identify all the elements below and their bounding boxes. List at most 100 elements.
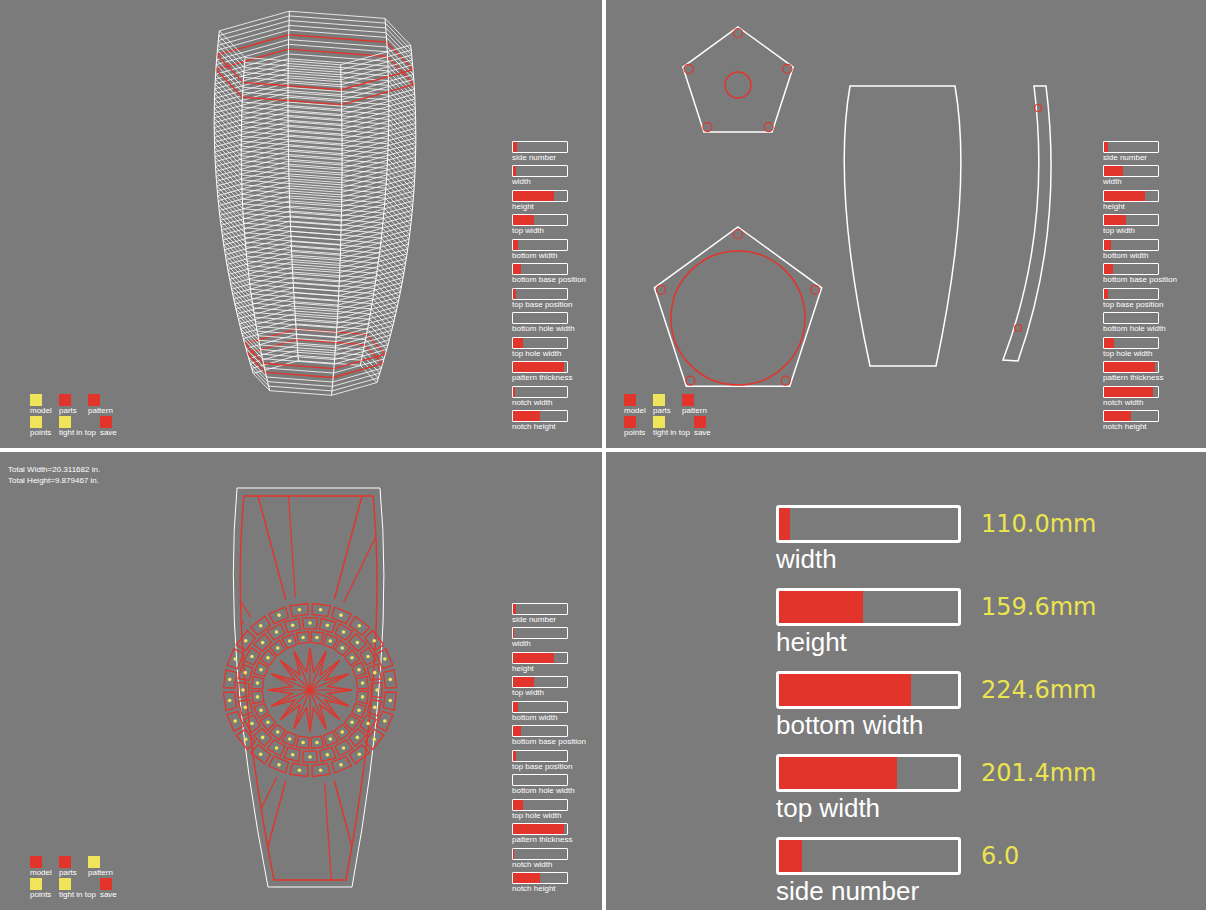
slider-track[interactable] <box>512 627 568 639</box>
slider-fill <box>513 362 564 372</box>
toggle[interactable]: points <box>30 416 55 438</box>
slider-track[interactable] <box>512 603 568 615</box>
slider-track[interactable] <box>512 141 568 153</box>
slider-track[interactable] <box>512 190 568 202</box>
slider-track[interactable] <box>776 837 961 875</box>
toggle[interactable]: save <box>694 416 719 438</box>
toggle-box[interactable] <box>30 394 42 406</box>
toggle[interactable]: parts <box>59 856 84 878</box>
toggle[interactable]: parts <box>59 394 84 416</box>
slider-track[interactable] <box>512 214 568 226</box>
toggle[interactable]: save <box>100 878 125 900</box>
slider-track[interactable] <box>512 823 568 835</box>
slider-track[interactable] <box>512 386 568 398</box>
toggle-box[interactable] <box>30 416 42 428</box>
screen: modelpartspatternpointstight in topsaves… <box>0 0 1206 910</box>
slider-track[interactable] <box>776 505 961 543</box>
side-rib <box>1003 86 1051 361</box>
slider-track[interactable] <box>1103 239 1159 251</box>
toggle[interactable]: tight in top <box>59 416 96 438</box>
slider-track[interactable] <box>776 754 961 792</box>
toggle[interactable]: points <box>624 416 649 438</box>
readout-slider: 110.0mmwidth <box>776 505 1206 575</box>
toggle-box[interactable] <box>59 878 71 890</box>
slider-track[interactable] <box>1103 263 1159 275</box>
slider: notch width <box>1103 386 1206 408</box>
readout-label: bottom width <box>776 709 923 741</box>
toggle-box[interactable] <box>653 416 665 428</box>
slider-track[interactable] <box>1103 165 1159 177</box>
toggle-label: pattern <box>88 868 113 878</box>
toggle-label: save <box>694 428 711 438</box>
toggle[interactable]: pattern <box>682 394 707 416</box>
toggle[interactable]: model <box>624 394 649 416</box>
slider-fill <box>513 628 514 638</box>
toggle[interactable]: pattern <box>88 856 113 878</box>
slider: notch height <box>512 872 602 894</box>
slider-track[interactable] <box>1103 386 1159 398</box>
toggle[interactable]: tight in top <box>59 878 96 900</box>
slider-track[interactable] <box>512 872 568 884</box>
slider-track[interactable] <box>512 774 568 786</box>
slider-track[interactable] <box>512 263 568 275</box>
slider-label: height <box>512 202 534 212</box>
slider-track[interactable] <box>512 750 568 762</box>
toggle-box[interactable] <box>624 416 636 428</box>
toggle-box[interactable] <box>694 416 706 428</box>
slider-track[interactable] <box>512 312 568 324</box>
toggle-box[interactable] <box>100 416 112 428</box>
slider-track[interactable] <box>1103 141 1159 153</box>
slider-track[interactable] <box>512 652 568 664</box>
toggle-box[interactable] <box>653 394 665 406</box>
slider-track[interactable] <box>776 588 961 626</box>
slider-track[interactable] <box>1103 410 1159 422</box>
slider-track[interactable] <box>512 239 568 251</box>
slider-track[interactable] <box>512 410 568 422</box>
toggle-box[interactable] <box>88 856 100 868</box>
slider-track[interactable] <box>512 799 568 811</box>
slider-fill <box>1104 289 1108 299</box>
slider-track[interactable] <box>512 676 568 688</box>
toggle[interactable]: model <box>30 856 55 878</box>
toggle-row: pointstight in topsave <box>30 878 125 900</box>
slider-track[interactable] <box>512 725 568 737</box>
toggle-box[interactable] <box>59 394 71 406</box>
slider-track[interactable] <box>512 288 568 300</box>
slider-track[interactable] <box>512 165 568 177</box>
slider-track[interactable] <box>512 337 568 349</box>
slider: top hole width <box>512 799 602 821</box>
toggle-box[interactable] <box>30 878 42 890</box>
toggle[interactable]: parts <box>653 394 678 416</box>
slider-track[interactable] <box>1103 214 1159 226</box>
toggle[interactable]: save <box>100 416 125 438</box>
slider-track[interactable] <box>512 701 568 713</box>
vase-wireframe <box>214 11 416 395</box>
toggle-box[interactable] <box>59 856 71 868</box>
slider-track[interactable] <box>776 671 961 709</box>
readout-slider: 6.0side number <box>776 837 1206 907</box>
slider-track[interactable] <box>1103 312 1159 324</box>
readout-value: 159.6mm <box>981 592 1096 622</box>
toggle-box[interactable] <box>682 394 694 406</box>
toggle[interactable]: tight in top <box>653 416 690 438</box>
toggle-label: pattern <box>682 406 707 416</box>
slider: bottom base position <box>1103 263 1206 285</box>
slider-fill <box>1104 338 1114 348</box>
toggle[interactable]: pattern <box>88 394 113 416</box>
toggle-box[interactable] <box>88 394 100 406</box>
toggle-box[interactable] <box>59 416 71 428</box>
slider-track[interactable] <box>512 361 568 373</box>
toggle[interactable]: points <box>30 878 55 900</box>
toggle-box[interactable] <box>30 856 42 868</box>
toggle-box[interactable] <box>624 394 636 406</box>
toggle[interactable]: model <box>30 394 55 416</box>
slider-track[interactable] <box>1103 337 1159 349</box>
toggle-box[interactable] <box>100 878 112 890</box>
slider: bottom width <box>512 239 602 261</box>
slider-fill <box>1104 166 1123 176</box>
slider: top hole width <box>1103 337 1206 359</box>
slider-track[interactable] <box>1103 361 1159 373</box>
slider-track[interactable] <box>512 848 568 860</box>
slider-track[interactable] <box>1103 288 1159 300</box>
slider-track[interactable] <box>1103 190 1159 202</box>
